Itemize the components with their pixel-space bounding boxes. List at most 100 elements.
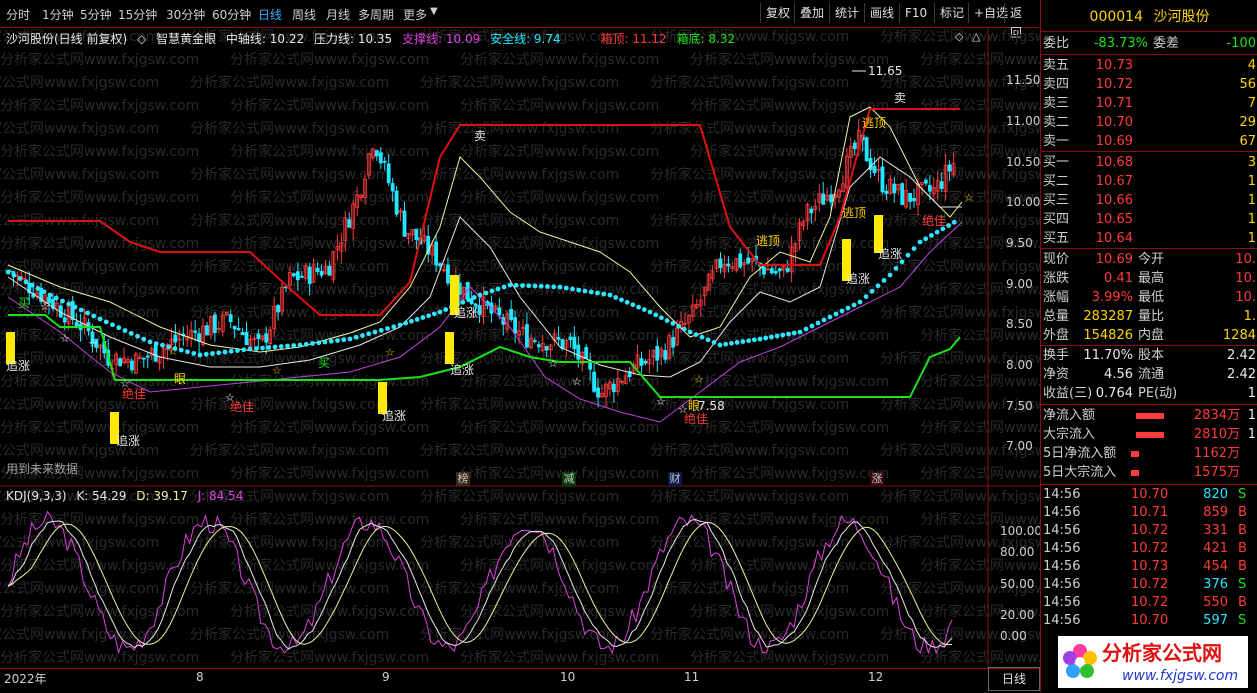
period-60min[interactable]: 60分钟 [212,6,251,23]
bid-label: 买三 [1043,193,1070,208]
period-weekly[interactable]: 周线 [292,6,316,23]
ask-volume: 67 [1239,134,1256,149]
candle-body [584,347,589,360]
candle-body [509,309,514,320]
period-daily[interactable]: 日线 [258,6,282,23]
mid-axis-dot [827,314,833,320]
tick-volume: 421 [1203,541,1228,556]
draw-button[interactable]: 画线 [864,3,899,23]
tick-time: 14:56 [1043,487,1081,502]
watermark-text: 分析家公式网www.fxjgsw.com [650,534,849,551]
candle-body [821,193,826,205]
watermark-text: 分析家公式网www.fxjgsw.com [460,327,659,344]
period-15min[interactable]: 15分钟 [118,6,157,23]
escape-label: 逃顶 [756,234,780,248]
mid-axis-dot [310,341,315,346]
watermark-text: 分析家公式网www.fxjgsw.com [0,327,199,344]
watermark-text: 分析家公式网www.fxjgsw.com [420,396,619,413]
mid-axis-dot [923,236,929,242]
candle-body [939,181,944,189]
mark-button[interactable]: 标记 [934,3,969,23]
kdj-chart[interactable]: 分析家公式网www.fxjgsw.com 分析家公式网www.fxjgsw.com… [0,487,1040,667]
candle-body [663,350,668,360]
overlay-button[interactable]: 叠加 [794,3,829,23]
watermark-text: 分析家公式网www.fxjgsw.com [420,74,619,91]
period-more[interactable]: 更多 [403,6,427,23]
watermark-text: 分析家公式网www.fxjgsw.com [190,166,389,183]
candle-body [912,197,916,202]
mid-axis-dot [360,333,365,338]
period-1min[interactable]: 1分钟 [42,6,74,23]
mid-axis-dot [905,252,911,258]
tick-row: 14:56 10.72 550 B [1041,594,1257,612]
mid-axis-dot [128,330,134,336]
candle-body [438,263,442,267]
mid-axis-dot [595,290,600,296]
sell-label: 卖 [474,129,486,143]
mid-axis-dot [78,307,84,313]
candle-body [130,360,134,371]
candle-body [374,150,379,157]
mid-axis-dot [693,332,699,337]
mid-axis-dot [570,286,575,292]
candle-body [153,344,158,362]
candle-body [173,334,178,343]
f10-button[interactable]: F10 [899,3,932,23]
candle-body [477,305,482,315]
mid-axis-dot [670,321,676,326]
watermark-text: 分析家公式网www.fxjgsw.com [920,557,1040,574]
safety-line-value: 安全线: 9.74 [490,32,561,46]
x-label-dec: 12 [868,670,884,684]
candle-body [525,324,529,348]
watermark-text: 分析家公式网www.fxjgsw.com [690,649,889,666]
mid-axis-dot [839,308,845,314]
period-multi[interactable]: 多周期 [358,6,394,23]
triangle-up-icon[interactable]: △ [972,30,980,43]
price-tick: 8.00 [1006,357,1033,372]
bid-volume: 1 [1247,193,1256,208]
settings-diamond-icon[interactable]: ◇ [955,30,963,43]
period-monthly[interactable]: 月线 [326,6,350,23]
mid-axis-dot [757,336,763,342]
watermark-text: 分析家公式网www.fxjgsw.com [0,74,159,91]
period-intraday[interactable]: 分时 [6,6,30,23]
candle-body [319,270,324,276]
quote-panel: 000014 沙河股份 委比 -83.73% 委差 -100 卖五 10.73 4 卖… [1040,0,1257,692]
stats-button[interactable]: 统计 [829,3,864,23]
mid-axis-dot [466,297,471,303]
candle-body [908,192,912,202]
tick-time: 14:56 [1043,559,1081,574]
tick-volume: 454 [1203,559,1228,574]
watermark-text: 分析家公式网www.fxjgsw.com [190,442,389,459]
adjust-button[interactable]: 复权 [760,3,795,23]
mid-axis-dot [91,313,97,319]
candle-body [141,357,146,360]
candlestick-chart[interactable]: 分析家公式网www.fxjgsw.com 分析家公式网www.fxjgsw.com… [0,27,1040,487]
quote-row: 总量 283287 量比 1. [1041,307,1257,326]
period-5min[interactable]: 5分钟 [80,6,112,23]
watermark-text: 分析家公式网www.fxjgsw.com [420,488,619,505]
stat-label-2: 流通 [1138,367,1165,382]
candle-body [639,358,644,366]
back-button[interactable]: 返回 [1004,3,1038,40]
period-switch-button[interactable]: 日线 [988,667,1040,691]
candle-body [596,387,600,398]
mid-axis-dot [66,301,72,307]
bid-label: 买四 [1043,212,1070,227]
flow-value: 2810万 [1193,427,1240,442]
candle-body [228,314,233,323]
event-tag-finance[interactable]: 财 [668,472,682,486]
ask-volume: 56 [1239,77,1256,92]
chevron-down-icon[interactable]: ▼ [430,6,438,17]
candle-body [777,268,782,272]
price-tick: 8.50 [1006,317,1033,332]
support-line-value: 支撑线: 10.09 [402,32,481,46]
event-tag-list[interactable]: 榜 [456,472,470,486]
event-tag-reduce[interactable]: 减 [562,472,576,486]
candle-body [193,330,198,333]
mid-axis-dot [414,317,420,322]
candle-body [291,273,296,277]
mid-axis-dot [5,269,11,275]
period-30min[interactable]: 30分钟 [166,6,205,23]
event-tag-rise[interactable]: 涨 [870,472,884,486]
